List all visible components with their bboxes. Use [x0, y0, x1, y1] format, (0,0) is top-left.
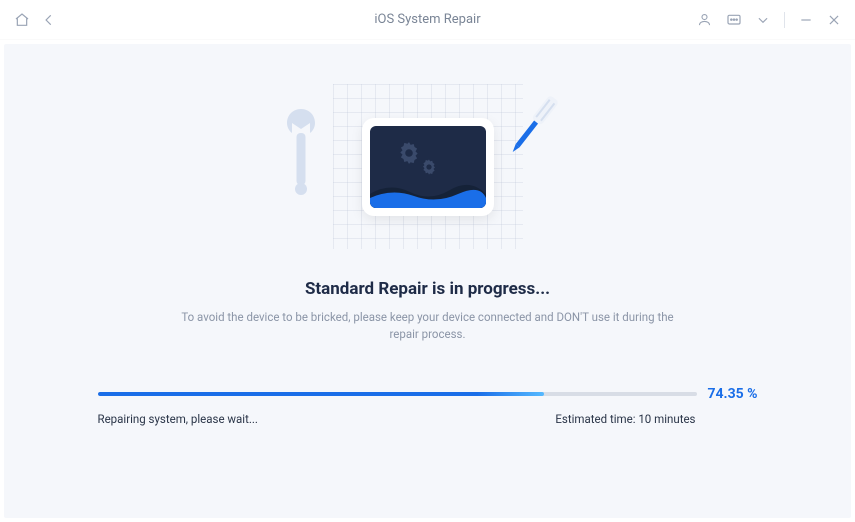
repair-illustration: [313, 79, 543, 254]
progress-row: 74.35 %: [98, 386, 758, 402]
wrench-icon: [281, 109, 321, 201]
titlebar-divider: [784, 12, 785, 28]
progress-heading: Standard Repair is in progress...: [305, 279, 550, 299]
progress-fill: [98, 392, 544, 396]
screwdriver-icon: [505, 91, 561, 165]
device-frame: [362, 118, 494, 216]
home-icon[interactable]: [14, 12, 30, 28]
progress-percent-label: 74.35 %: [707, 386, 757, 402]
progress-status-text: Repairing system, please wait...: [98, 412, 258, 426]
titlebar-left: [14, 12, 56, 28]
content-area: Standard Repair is in progress... To avo…: [4, 44, 851, 518]
titlebar: iOS System Repair: [0, 0, 855, 40]
chevron-down-icon[interactable]: [756, 13, 770, 27]
back-icon[interactable]: [42, 13, 56, 27]
minimize-icon[interactable]: [799, 13, 813, 27]
progress-bar: [98, 392, 698, 396]
gear-large-icon: [396, 140, 422, 166]
device-screen: [370, 126, 486, 208]
wave-graphic: [370, 180, 486, 208]
progress-subtext: To avoid the device to be bricked, pleas…: [168, 309, 688, 344]
gear-small-icon: [420, 158, 438, 176]
progress-labels: Repairing system, please wait... Estimat…: [98, 412, 758, 426]
progress-section: 74.35 % Repairing system, please wait...…: [98, 386, 758, 426]
close-icon[interactable]: [827, 13, 841, 27]
progress-eta-text: Estimated time: 10 minutes: [555, 412, 695, 426]
user-icon[interactable]: [697, 12, 712, 27]
window-title: iOS System Repair: [374, 12, 480, 27]
feedback-icon[interactable]: [726, 12, 742, 28]
app-window: iOS System Repair: [0, 0, 855, 522]
titlebar-right: [697, 12, 841, 28]
